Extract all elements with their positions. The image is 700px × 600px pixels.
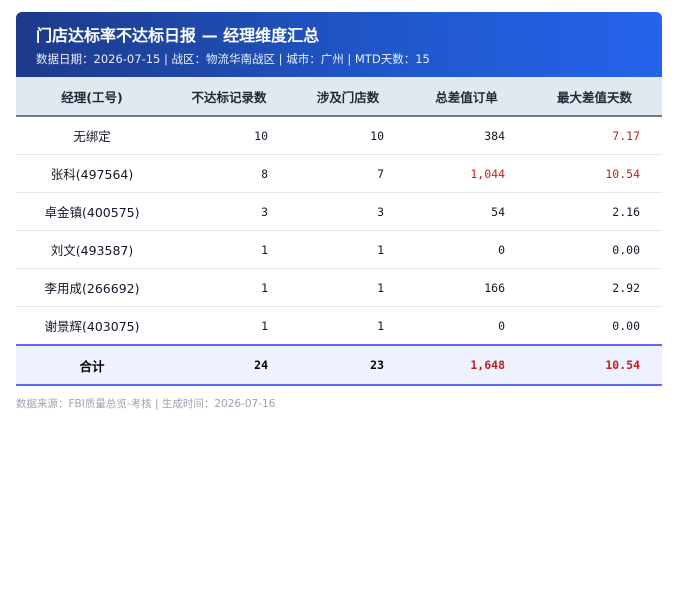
report-meta: 数据日期：2026-07-15 | 战区：物流华南战区 | 城市：广州 | MT… [36, 52, 430, 66]
report-footer: 数据来源：FBI质量总览-考核 | 生成时间：2026-07-16 [16, 398, 276, 410]
total-records: 24 [168, 344, 290, 386]
col-header-stores: 涉及门店数 [290, 77, 406, 117]
cell-total-diff-orders: 384 [406, 116, 527, 155]
table-row: 李用成(266692) 1 1 166 2.92 [16, 268, 662, 307]
cell-max-diff-days: 2.92 [527, 268, 662, 307]
cell-stores: 7 [290, 154, 406, 193]
table-row: 刘文(493587) 1 1 0 0.00 [16, 230, 662, 269]
report-title: 门店达标率不达标日报 — 经理维度汇总 [36, 26, 320, 45]
cell-manager: 李用成(266692) [16, 268, 168, 307]
cell-records: 1 [168, 230, 290, 269]
cell-stores: 10 [290, 116, 406, 155]
total-row: 合计 24 23 1,648 10.54 [16, 344, 662, 386]
col-header-manager: 经理(工号) [16, 77, 168, 117]
cell-max-diff-days: 2.16 [527, 192, 662, 231]
cell-total-diff-orders: 0 [406, 230, 527, 269]
cell-max-diff-days: 0.00 [527, 230, 662, 269]
cell-max-diff-days: 0.00 [527, 306, 662, 346]
cell-stores: 1 [290, 268, 406, 307]
cell-manager: 张科(497564) [16, 154, 168, 193]
report-card: 门店达标率不达标日报 — 经理维度汇总 数据日期：2026-07-15 | 战区… [16, 12, 662, 386]
col-header-records: 不达标记录数 [168, 77, 290, 117]
cell-manager: 无绑定 [16, 116, 168, 155]
cell-total-diff-orders: 1,044 [406, 154, 527, 193]
table-row: 谢景辉(403075) 1 1 0 0.00 [16, 306, 662, 346]
table-row: 张科(497564) 8 7 1,044 10.54 [16, 154, 662, 193]
cell-records: 10 [168, 116, 290, 155]
cell-max-diff-days: 10.54 [527, 154, 662, 193]
table-header-row: 经理(工号) 不达标记录数 涉及门店数 总差值订单 最大差值天数 [16, 77, 662, 117]
cell-total-diff-orders: 54 [406, 192, 527, 231]
cell-stores: 3 [290, 192, 406, 231]
cell-total-diff-orders: 166 [406, 268, 527, 307]
cell-records: 8 [168, 154, 290, 193]
cell-stores: 1 [290, 306, 406, 346]
col-header-max-diff-days: 最大差值天数 [527, 77, 662, 117]
cell-stores: 1 [290, 230, 406, 269]
cell-total-diff-orders: 0 [406, 306, 527, 346]
cell-max-diff-days: 7.17 [527, 116, 662, 155]
report-header: 门店达标率不达标日报 — 经理维度汇总 数据日期：2026-07-15 | 战区… [16, 12, 662, 77]
cell-manager: 谢景辉(403075) [16, 306, 168, 346]
total-diff-orders: 1,648 [406, 344, 527, 386]
table-row: 卓金镇(400575) 3 3 54 2.16 [16, 192, 662, 231]
manager-summary-table: 经理(工号) 不达标记录数 涉及门店数 总差值订单 最大差值天数 无绑定 10 … [16, 77, 662, 386]
cell-records: 1 [168, 268, 290, 307]
cell-records: 3 [168, 192, 290, 231]
total-label: 合计 [16, 344, 168, 386]
col-header-total-diff-orders: 总差值订单 [406, 77, 527, 117]
total-stores: 23 [290, 344, 406, 386]
cell-records: 1 [168, 306, 290, 346]
total-max-diff-days: 10.54 [527, 344, 662, 386]
table-row: 无绑定 10 10 384 7.17 [16, 116, 662, 155]
cell-manager: 卓金镇(400575) [16, 192, 168, 231]
cell-manager: 刘文(493587) [16, 230, 168, 269]
